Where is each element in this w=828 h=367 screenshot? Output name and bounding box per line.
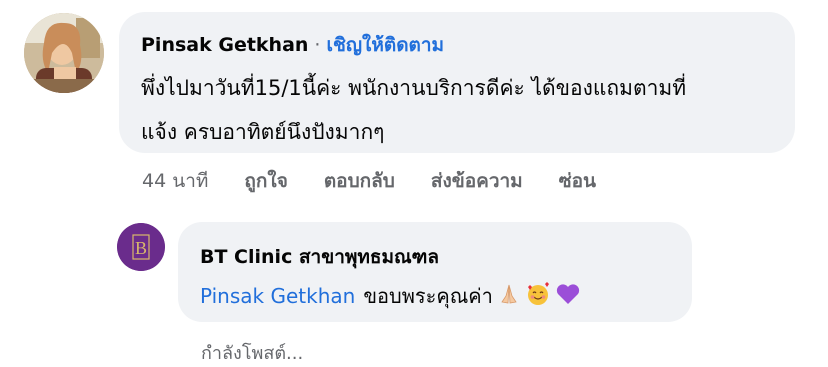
- comment-author-name[interactable]: Pinsak Getkhan: [141, 34, 308, 56]
- reply-text: Pinsak Getkhan ขอบพระคุณค่า: [200, 280, 581, 312]
- comment-bubble: Pinsak Getkhan · เชิญให้ติดตาม พึ่งไปมาวัน…: [119, 12, 795, 153]
- comment-text-line-1: พึ่งไปมาวันที่15/1นี้ค่ะ พนักงานบริการดี…: [141, 76, 687, 100]
- comment-header: Pinsak Getkhan · เชิญให้ติดตาม: [141, 30, 444, 60]
- clinic-logo-letter: B: [135, 238, 147, 258]
- folded-hands-icon: [497, 282, 521, 311]
- smiling-face-with-hearts-icon: [525, 281, 551, 312]
- commenter-avatar[interactable]: [24, 13, 104, 93]
- purple-heart-icon: [555, 282, 581, 311]
- send-message-button[interactable]: ส่งข้อความ: [431, 166, 523, 196]
- like-button[interactable]: ถูกใจ: [244, 166, 287, 196]
- comment-timestamp[interactable]: 44 นาที: [142, 166, 208, 196]
- mention-link[interactable]: Pinsak Getkhan: [200, 284, 355, 308]
- comment-actions: 44 นาที ถูกใจ ตอบกลับ ส่งข้อความ ซ่อน: [142, 166, 632, 196]
- reply-button[interactable]: ตอบกลับ: [324, 166, 395, 196]
- reply-author-name[interactable]: BT Clinic สาขาพุทธมณฑล: [200, 242, 439, 272]
- posting-status: กำลังโพสต์...: [201, 343, 304, 364]
- comment-text: พึ่งไปมาวันที่15/1นี้ค่ะ พนักงานบริการดี…: [141, 66, 781, 154]
- separator-dot: ·: [314, 34, 321, 56]
- reply-bubble: BT Clinic สาขาพุทธมณฑล Pinsak Getkhan ขอ…: [178, 222, 692, 322]
- invite-follow-link[interactable]: เชิญให้ติดตาม: [326, 34, 444, 56]
- hide-button[interactable]: ซ่อน: [559, 166, 596, 196]
- reply-message: ขอบพระคุณค่า: [363, 284, 493, 308]
- comment-text-line-2: แจ้ง ครบอาทิตย์นึงปังมากๆ: [141, 120, 385, 144]
- clinic-avatar[interactable]: B: [117, 223, 165, 271]
